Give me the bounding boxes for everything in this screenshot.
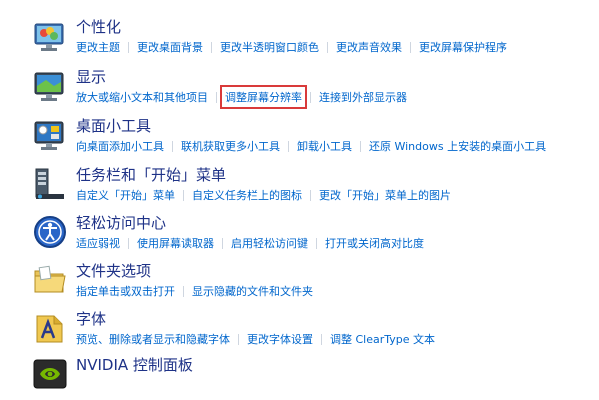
taskbar-icon[interactable] [32,166,68,202]
link-row: 自定义「开始」菜单 自定义任务栏上的图标 更改「开始」菜单上的图片 [76,187,451,203]
link-toggle-high-contrast[interactable]: 打开或关闭高对比度 [325,235,424,251]
link-separator [327,41,328,53]
category-title[interactable]: NVIDIA 控制面板 [76,354,193,375]
link-get-more-gadgets[interactable]: 联机获取更多小工具 [181,138,280,154]
link-adjust-screen-resolution[interactable]: 调整屏幕分辨率 [220,85,307,109]
link-resize-text[interactable]: 放大或缩小文本和其他项目 [76,89,208,105]
link-connect-external-display[interactable]: 连接到外部显示器 [319,89,407,105]
ease-of-access-icon[interactable] [32,214,68,250]
link-separator [288,140,289,152]
link-change-desktop-background[interactable]: 更改桌面背景 [137,39,203,55]
link-change-start-menu-picture[interactable]: 更改「开始」菜单上的图片 [319,187,451,203]
link-row: 更改主题 更改桌面背景 更改半透明窗口颜色 更改声音效果 更改屏幕保护程序 [76,39,507,55]
link-change-font-settings[interactable]: 更改字体设置 [247,331,313,347]
link-separator [310,91,311,103]
link-separator [360,140,361,152]
link-separator [222,237,223,249]
link-adjust-cleartype[interactable]: 调整 ClearType 文本 [330,331,435,347]
category-title[interactable]: 显示 [76,66,106,87]
link-turn-on-easy-access-keys[interactable]: 启用轻松访问键 [231,235,308,251]
link-restore-gadgets[interactable]: 还原 Windows 上安装的桌面小工具 [369,138,546,154]
link-optimize-visual-display[interactable]: 适应弱视 [76,235,120,251]
link-change-theme[interactable]: 更改主题 [76,39,120,55]
category-title[interactable]: 轻松访问中心 [76,212,166,233]
link-customize-taskbar-icons[interactable]: 自定义任务栏上的图标 [192,187,302,203]
link-separator [310,189,311,201]
desktop-gadgets-icon[interactable] [32,117,68,153]
link-separator [216,91,217,103]
category-title[interactable]: 文件夹选项 [76,260,151,281]
link-row: 适应弱视 使用屏幕读取器 启用轻松访问键 打开或关闭高对比度 [76,235,424,251]
link-row: 放大或缩小文本和其他项目 调整屏幕分辨率 连接到外部显示器 [76,85,407,109]
fonts-icon[interactable] [32,310,68,346]
link-row: 预览、删除或者显示和隐藏字体 更改字体设置 调整 ClearType 文本 [76,331,435,347]
link-customize-start-menu[interactable]: 自定义「开始」菜单 [76,187,175,203]
link-separator [211,41,212,53]
category-title[interactable]: 桌面小工具 [76,115,151,136]
display-icon[interactable] [32,68,68,104]
link-separator [410,41,411,53]
link-separator [128,237,129,249]
link-change-window-color[interactable]: 更改半透明窗口颜色 [220,39,319,55]
link-row: 向桌面添加小工具 联机获取更多小工具 卸载小工具 还原 Windows 上安装的… [76,138,546,154]
link-single-or-double-click[interactable]: 指定单击或双击打开 [76,283,175,299]
link-row: 指定单击或双击打开 显示隐藏的文件和文件夹 [76,283,313,299]
link-separator [321,333,322,345]
link-change-sound-effects[interactable]: 更改声音效果 [336,39,402,55]
nvidia-icon[interactable] [32,356,68,392]
link-use-screen-reader[interactable]: 使用屏幕读取器 [137,235,214,251]
link-separator [128,41,129,53]
link-preview-delete-fonts[interactable]: 预览、删除或者显示和隐藏字体 [76,331,230,347]
link-separator [316,237,317,249]
link-separator [183,189,184,201]
link-separator [172,140,173,152]
link-separator [238,333,239,345]
category-title[interactable]: 任务栏和「开始」菜单 [76,164,226,185]
link-change-screen-saver[interactable]: 更改屏幕保护程序 [419,39,507,55]
category-title[interactable]: 字体 [76,308,106,329]
link-separator [183,285,184,297]
folder-options-icon[interactable] [32,262,68,298]
link-add-gadgets[interactable]: 向桌面添加小工具 [76,138,164,154]
category-title[interactable]: 个性化 [76,16,121,37]
link-uninstall-gadget[interactable]: 卸载小工具 [297,138,352,154]
link-show-hidden-files[interactable]: 显示隐藏的文件和文件夹 [192,283,313,299]
personalization-icon[interactable] [32,18,68,54]
